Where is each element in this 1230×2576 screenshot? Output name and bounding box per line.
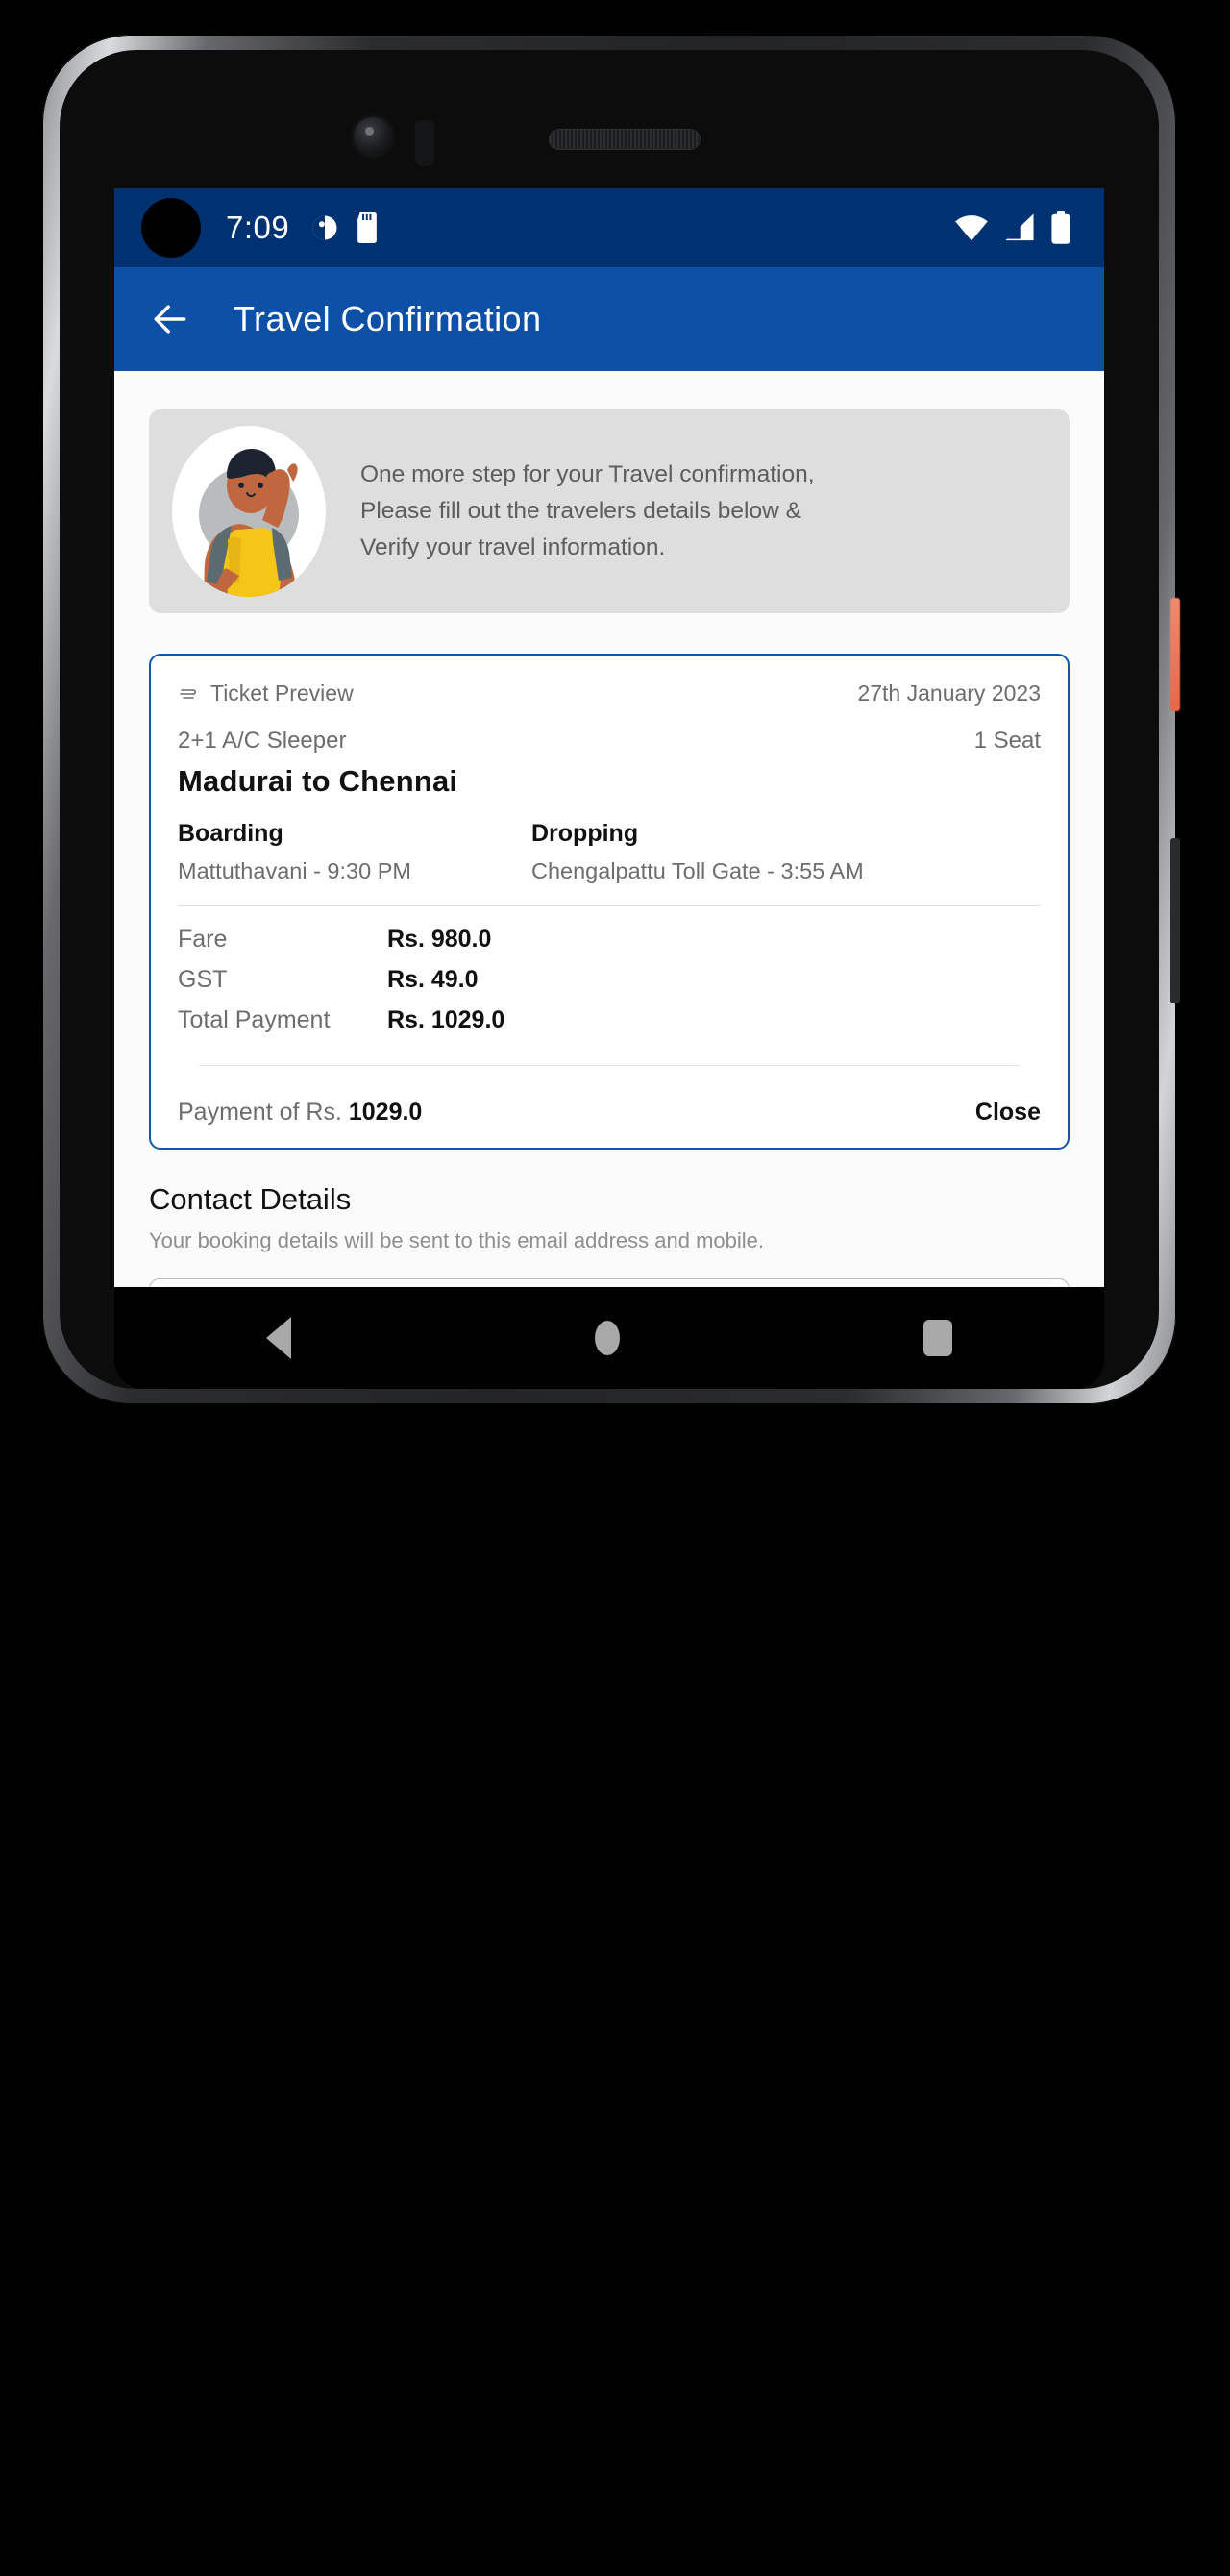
camera-punch-hole [141, 198, 201, 258]
recents-nav-icon[interactable] [923, 1320, 952, 1356]
front-camera-icon [354, 117, 392, 156]
mobile-number-field[interactable]: 9751241372 [149, 1278, 1070, 1287]
status-bar-right-icons [954, 211, 1079, 244]
boarding-dropping-row: Boarding Mattuthavani - 9:30 PM Dropping… [178, 820, 1041, 884]
payment-amount: 1029.0 [348, 1099, 423, 1126]
payment-divider [199, 1065, 1020, 1066]
android-navigation-bar [114, 1287, 1104, 1389]
close-button[interactable]: Close [975, 1099, 1041, 1127]
ticket-preview-label-group: Ticket Preview [178, 681, 354, 706]
fare-label: GST [178, 966, 228, 993]
proximity-sensor-icon [415, 120, 434, 166]
back-nav-icon[interactable] [266, 1317, 291, 1359]
banner-line-3: Verify your travel information. [360, 533, 666, 560]
payment-prefix: Payment of Rs. [178, 1099, 342, 1126]
fare-value: Rs. 980.0 [387, 926, 492, 953]
app-bar: Travel Confirmation [114, 267, 1104, 371]
cellular-signal-icon [1005, 213, 1034, 241]
dropping-detail: Chengalpattu Toll Gate - 3:55 AM [531, 858, 864, 883]
contact-details-title: Contact Details [149, 1182, 352, 1216]
do-not-disturb-icon [312, 215, 337, 240]
dropping-title: Dropping [531, 820, 639, 847]
fare-breakdown: Fare Rs. 980.0 GST Rs. 49.0 Total Paymen… [178, 926, 1041, 1034]
dropping-block: Dropping Chengalpattu Toll Gate - 3:55 A… [531, 820, 864, 884]
boarding-detail: Mattuthavani - 9:30 PM [178, 858, 411, 883]
volume-button[interactable] [1170, 838, 1180, 1003]
travel-date: 27th January 2023 [857, 681, 1041, 706]
bus-seat-icon [180, 688, 197, 699]
banner-text: One more step for your Travel confirmati… [360, 457, 815, 566]
banner-line-1: One more step for your Travel confirmati… [360, 461, 815, 488]
ticket-preview-label: Ticket Preview [210, 681, 354, 706]
payment-summary: Payment of Rs. 1029.0 [178, 1099, 422, 1127]
boarding-title: Boarding [178, 820, 283, 847]
fare-row: GST Rs. 49.0 [178, 966, 1041, 994]
page-title: Travel Confirmation [234, 299, 542, 338]
wifi-icon [955, 215, 988, 241]
home-nav-icon[interactable] [595, 1321, 620, 1355]
status-bar-clock: 7:09 [226, 210, 290, 245]
ticket-divider [178, 905, 1041, 906]
fare-row: Fare Rs. 980.0 [178, 926, 1041, 954]
status-bar-left-icons [310, 212, 380, 243]
status-bar: 7:09 [114, 188, 1104, 267]
fare-value: Rs. 49.0 [387, 966, 479, 993]
scroll-content[interactable]: One more step for your Travel confirmati… [114, 371, 1104, 1287]
info-banner: One more step for your Travel confirmati… [149, 409, 1070, 613]
sd-card-icon [357, 212, 378, 243]
fare-label: Total Payment [178, 1006, 331, 1033]
banner-line-2: Please fill out the travelers details be… [360, 498, 801, 525]
fare-label: Fare [178, 926, 228, 953]
payment-row: Payment of Rs. 1029.0 Close [178, 1099, 1041, 1127]
battery-icon [1051, 211, 1070, 244]
earpiece-speaker [550, 130, 700, 149]
power-button[interactable] [1170, 598, 1180, 711]
ticket-card-header: Ticket Preview 27th January 2023 [178, 681, 1041, 706]
screenshot-stage: 7:09 Travel Confirmation One more step f… [0, 0, 1230, 2576]
bus-type-row: 2+1 A/C Sleeper 1 Seat [178, 728, 1041, 755]
bus-type: 2+1 A/C Sleeper [178, 728, 347, 754]
back-arrow-icon[interactable] [149, 298, 191, 340]
phone-screen: 7:09 Travel Confirmation One more step f… [114, 188, 1104, 1287]
boarding-block: Boarding Mattuthavani - 9:30 PM [178, 820, 531, 884]
seat-count: 1 Seat [973, 728, 1041, 754]
fare-row: Total Payment Rs. 1029.0 [178, 1006, 1041, 1034]
route-title: Madurai to Chennai [178, 764, 458, 798]
fare-value: Rs. 1029.0 [387, 1006, 505, 1033]
waving-traveler-illustration [172, 426, 326, 597]
ticket-preview-card: Ticket Preview 27th January 2023 2+1 A/C… [149, 654, 1070, 1150]
contact-details-subtitle: Your booking details will be sent to thi… [149, 1228, 764, 1252]
